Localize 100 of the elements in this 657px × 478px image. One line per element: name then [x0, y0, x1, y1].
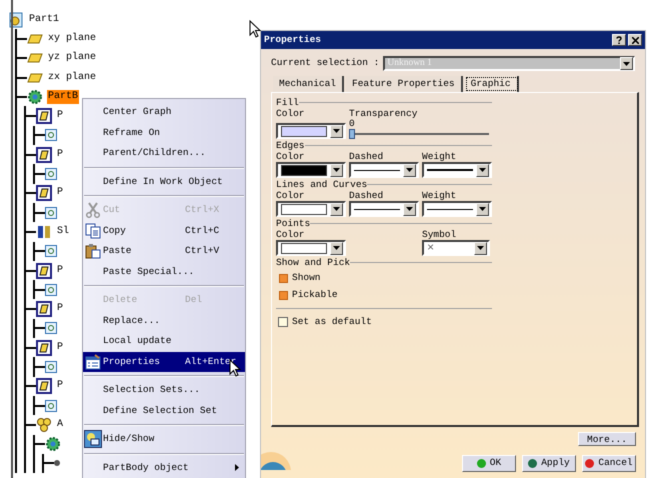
copy-icon: [85, 222, 101, 239]
dialog-button[interactable]: Apply: [522, 455, 576, 472]
dropdown-button[interactable]: [476, 164, 489, 176]
field-label: Symbol: [422, 229, 458, 240]
caret-icon: [333, 207, 340, 211]
tree-item[interactable]: P: [56, 109, 64, 124]
pad-icon: [36, 340, 52, 356]
help-button[interactable]: [612, 34, 626, 46]
dropdown-button[interactable]: [330, 124, 343, 138]
tree-item[interactable]: yz plane: [47, 51, 98, 66]
field-label: Color: [276, 190, 306, 201]
dialog-button[interactable]: OK: [462, 455, 516, 472]
caret-icon: [333, 129, 340, 133]
tree-item[interactable]: P: [56, 379, 64, 394]
dialog-button[interactable]: Cancel: [582, 455, 636, 472]
menu-item[interactable]: Local update: [83, 331, 245, 352]
close-icon: [632, 36, 638, 44]
color-dropdown[interactable]: [276, 201, 346, 217]
field-label: Weight: [422, 151, 458, 162]
tree-item[interactable]: A: [56, 418, 64, 432]
field-label: Current selection :: [271, 56, 380, 70]
slider-thumb[interactable]: [349, 129, 355, 139]
line-dropdown[interactable]: [349, 162, 419, 178]
dropdown-button[interactable]: [403, 164, 416, 176]
color-dropdown[interactable]: [276, 162, 346, 178]
sketch-icon: [45, 129, 57, 142]
hide-show-icon: [84, 430, 102, 448]
color-dropdown[interactable]: [276, 240, 346, 256]
field-label: Transparency: [349, 108, 418, 119]
plane-icon: [27, 72, 43, 83]
pad-icon: [36, 378, 52, 394]
checkbox-label: Pickable: [292, 288, 338, 302]
sketch-icon: [45, 284, 57, 296]
section-title: Show and Pick: [276, 257, 350, 268]
section-title: Fill: [276, 97, 299, 108]
line-dropdown[interactable]: [422, 201, 492, 217]
gear-icon: [45, 436, 61, 452]
tab[interactable]: Feature Properties: [346, 76, 463, 92]
checkbox[interactable]: [278, 316, 288, 327]
dropdown-button[interactable]: [403, 202, 416, 216]
pad-icon: [36, 108, 52, 124]
caret-icon: [333, 246, 340, 250]
menu-item[interactable]: Parent/Children...: [83, 143, 245, 164]
menu-item[interactable]: Define In Work Object: [83, 172, 245, 192]
dropdown-button[interactable]: [476, 202, 489, 216]
properties-icon: [85, 354, 101, 370]
menu-item[interactable]: Paste Ctrl+V: [83, 241, 245, 262]
pad-icon: [36, 185, 52, 202]
line-dropdown[interactable]: [349, 201, 419, 217]
menu-item[interactable]: Center Graph: [83, 102, 245, 122]
dropdown-button[interactable]: [330, 164, 343, 176]
section-title: Points: [276, 218, 310, 229]
field-label: Dashed: [349, 151, 384, 162]
symbol-dropdown[interactable]: ×: [422, 240, 490, 256]
tree-item[interactable]: P: [56, 186, 64, 200]
flower-icon: [36, 416, 52, 433]
caret-icon: [333, 168, 340, 172]
close-button[interactable]: [628, 34, 642, 46]
pointer-icon: [249, 20, 261, 38]
pad-icon: [36, 262, 52, 278]
menu-item[interactable]: Properties Alt+Enter: [83, 352, 245, 372]
symbol-value: ×: [427, 242, 434, 254]
checkbox[interactable]: [279, 290, 288, 300]
tree-item[interactable]: xy plane: [47, 32, 98, 46]
field-label: Color: [276, 151, 306, 162]
shaft-icon: [36, 224, 52, 240]
tree-item[interactable]: PartB: [47, 90, 80, 104]
section-title: Edges: [276, 140, 305, 151]
tree-item[interactable]: Sl: [56, 224, 70, 239]
caret-icon: [406, 168, 413, 172]
dropdown-button[interactable]: [330, 242, 343, 254]
dropdown-button[interactable]: [330, 202, 343, 216]
sketch-icon: [45, 360, 57, 373]
tab[interactable]: Graphic: [464, 76, 519, 92]
tree-item[interactable]: Part1: [28, 12, 60, 27]
more-button[interactable]: More...: [578, 432, 636, 446]
line-dropdown[interactable]: [422, 162, 492, 178]
color-dropdown[interactable]: [276, 123, 346, 139]
tree-item[interactable]: zx plane: [47, 70, 98, 85]
tree-item[interactable]: P: [56, 302, 64, 316]
sketch-icon: [45, 206, 57, 219]
tree-item[interactable]: P: [56, 148, 64, 162]
menu-item[interactable]: PartBody object: [83, 458, 245, 478]
menu-item[interactable]: Selection Sets...: [83, 380, 245, 400]
sketch-icon: [45, 322, 57, 334]
menu-item[interactable]: Copy Ctrl+C: [83, 220, 245, 241]
menu-item[interactable]: Hide/Show: [83, 429, 245, 450]
plane-icon: [27, 34, 43, 44]
tree-item[interactable]: P: [56, 264, 64, 278]
menu-item[interactable]: Reframe On: [83, 122, 245, 143]
menu-item[interactable]: Paste Special...: [83, 262, 245, 282]
menu-item[interactable]: Replace...: [83, 310, 245, 331]
checkbox[interactable]: [279, 274, 288, 283]
scissors-icon: [85, 202, 101, 218]
clipboard-icon: [85, 243, 101, 260]
help-icon: [616, 36, 622, 44]
menu-item[interactable]: Define Selection Set: [83, 400, 245, 421]
tree-item[interactable]: P: [56, 340, 64, 355]
tab[interactable]: Mechanical: [273, 76, 344, 92]
dropdown-button[interactable]: [474, 242, 487, 254]
